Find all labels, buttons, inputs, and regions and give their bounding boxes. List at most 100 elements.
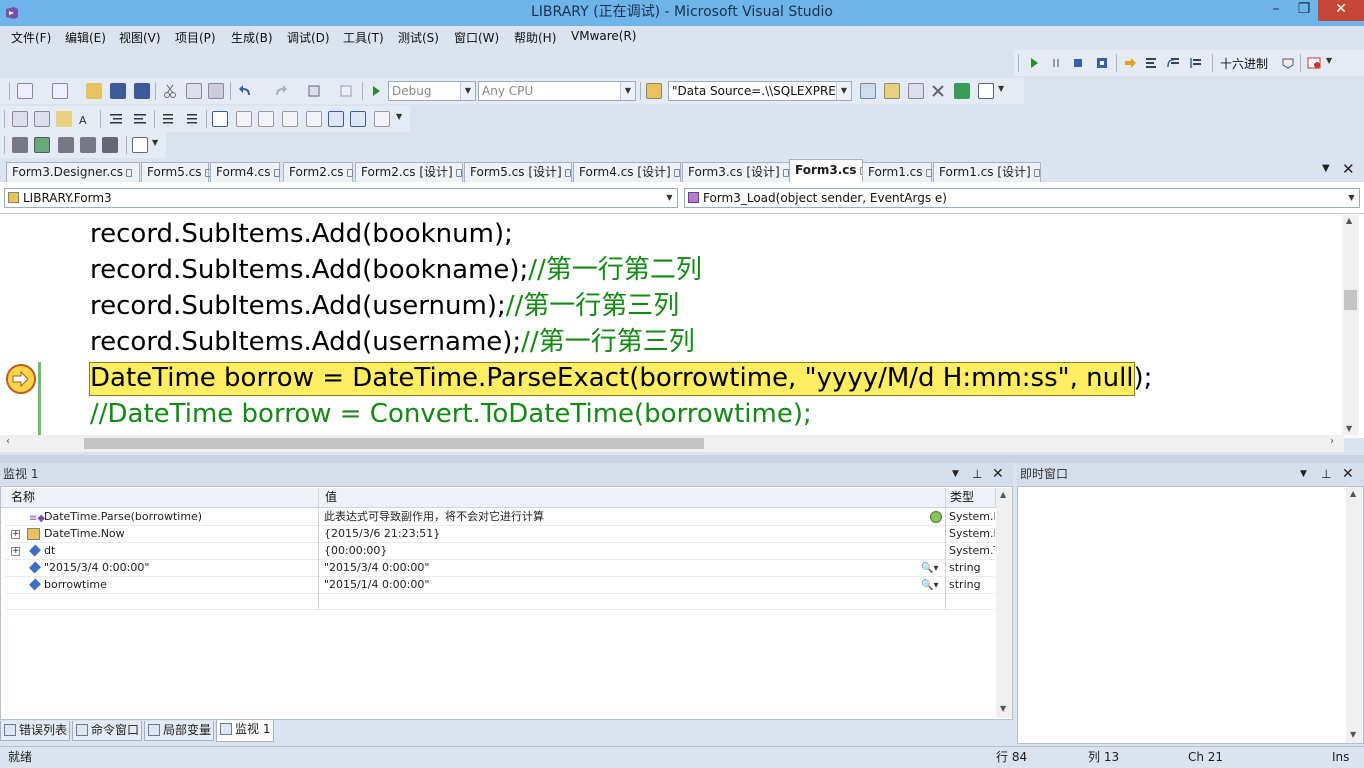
- menu-tools[interactable]: 工具(T): [343, 29, 384, 46]
- watch-row[interactable]: "2015/3/4 0:00:00" "2015/3/4 0:00:00" 🔍▾…: [5, 560, 995, 577]
- ungroup-icon[interactable]: [80, 137, 96, 153]
- save-all-icon[interactable]: [134, 83, 150, 99]
- send-to-back-icon[interactable]: [34, 137, 50, 153]
- properties-window-icon[interactable]: [884, 83, 900, 99]
- pin-icon[interactable]: [925, 168, 932, 177]
- scroll-down-icon[interactable]: ▼: [1350, 730, 1356, 739]
- member-selector[interactable]: Form3_Load(object sender, EventArgs e) ▼: [684, 188, 1360, 208]
- magnifier-icon[interactable]: 🔍▾: [921, 561, 938, 577]
- tab-form1-cs[interactable]: Form1.cs: [862, 162, 932, 182]
- scrollbar-thumb[interactable]: [84, 438, 704, 449]
- show-next-statement-icon[interactable]: [1122, 55, 1138, 71]
- chevron-down-icon[interactable]: ▼: [152, 138, 158, 147]
- continue-icon[interactable]: [1026, 55, 1042, 71]
- breakpoint-options-icon[interactable]: [1280, 55, 1296, 71]
- chevron-down-icon[interactable]: ▼: [1300, 463, 1307, 485]
- minimize-button[interactable]: –: [1262, 0, 1290, 21]
- paste-icon[interactable]: [208, 83, 224, 99]
- tab-form3-cs-design[interactable]: Form3.cs [设计]: [682, 162, 790, 182]
- tab-command-window[interactable]: 命令窗口: [72, 721, 142, 741]
- object-browser-icon[interactable]: [908, 83, 924, 99]
- menu-debug[interactable]: 调试(D): [287, 29, 330, 46]
- panel-splitter[interactable]: [0, 455, 1364, 463]
- break-all-icon[interactable]: [1048, 55, 1064, 71]
- watch-row[interactable]: + DateTime.Now {2015/3/6 21:23:51} Syste…: [5, 526, 995, 543]
- close-icon[interactable]: ✕: [992, 463, 1004, 485]
- pin-icon[interactable]: [673, 168, 680, 177]
- start-debugging-icon[interactable]: [368, 83, 384, 99]
- pin-icon[interactable]: [346, 168, 353, 177]
- pin-icon[interactable]: ⊥: [972, 463, 982, 485]
- clear-bookmarks-icon[interactable]: [374, 111, 390, 127]
- menu-edit[interactable]: 编辑(E): [65, 29, 106, 46]
- column-header-value[interactable]: 值: [319, 488, 946, 508]
- tab-form3-cs[interactable]: Form3.cs: [789, 159, 866, 182]
- tab-order-icon[interactable]: [132, 137, 148, 153]
- menu-test[interactable]: 测试(S): [398, 29, 439, 46]
- watch-empty-row[interactable]: [5, 594, 995, 610]
- scroll-right-icon[interactable]: ›: [1330, 436, 1334, 447]
- menu-help[interactable]: 帮助(H): [514, 29, 556, 46]
- align-centers-icon[interactable]: [56, 111, 72, 127]
- watch-row[interactable]: + dt {00:00:00} System.T: [5, 543, 995, 560]
- expand-icon[interactable]: +: [11, 530, 20, 539]
- pin-icon[interactable]: [564, 168, 571, 177]
- find-in-files-icon[interactable]: [646, 83, 662, 99]
- undo-icon[interactable]: [238, 83, 254, 99]
- tab-form2-cs-design[interactable]: Form2.cs [设计]: [355, 162, 463, 182]
- scroll-down-icon[interactable]: ▼: [1346, 424, 1352, 433]
- pin-icon[interactable]: [1033, 168, 1040, 177]
- chevron-down-icon[interactable]: ▼: [396, 112, 402, 121]
- toolbox-icon[interactable]: [930, 83, 946, 99]
- outdent-icon[interactable]: [132, 111, 148, 127]
- editor-vertical-scrollbar[interactable]: [1342, 215, 1359, 435]
- immediate-vertical-scrollbar[interactable]: [1346, 487, 1363, 743]
- previous-bookmark-icon[interactable]: [236, 111, 252, 127]
- menu-view[interactable]: 视图(V): [119, 29, 161, 46]
- pin-icon[interactable]: [126, 168, 132, 177]
- text-size-icon[interactable]: A: [78, 111, 94, 127]
- solution-platform-select[interactable]: Any CPU ▼: [478, 81, 636, 101]
- close-icon[interactable]: ✕: [1342, 463, 1354, 485]
- extension-manager-icon[interactable]: [978, 83, 994, 99]
- tab-form4-cs-design[interactable]: Form4.cs [设计]: [573, 162, 681, 182]
- tab-error-list[interactable]: 错误列表: [0, 721, 70, 741]
- pin-icon[interactable]: ⊥: [1321, 463, 1331, 485]
- redo-icon[interactable]: [272, 83, 288, 99]
- indent-icon[interactable]: [108, 111, 124, 127]
- scroll-up-icon[interactable]: ▲: [1346, 216, 1352, 225]
- refresh-icon[interactable]: [930, 511, 942, 523]
- tab-form5-cs[interactable]: Form5.cs: [141, 162, 211, 182]
- navigate-forward-icon[interactable]: [338, 83, 354, 99]
- add-item-icon[interactable]: [52, 83, 68, 99]
- class-selector[interactable]: LIBRARY.Form3 ▼: [4, 188, 678, 208]
- solution-explorer-icon[interactable]: [860, 83, 876, 99]
- tab-form3-designer-cs[interactable]: Form3.Designer.cs: [6, 162, 140, 182]
- start-page-icon[interactable]: [954, 83, 970, 99]
- next-bookmark-folder-icon[interactable]: [306, 111, 322, 127]
- menu-vmware[interactable]: VMware(R): [571, 29, 636, 43]
- maximize-button[interactable]: ❐: [1290, 0, 1318, 21]
- immediate-window[interactable]: [1017, 486, 1364, 744]
- expand-icon[interactable]: +: [11, 547, 20, 556]
- align-to-grid-icon[interactable]: [12, 111, 28, 127]
- copy-icon[interactable]: [186, 83, 202, 99]
- magnifier-icon[interactable]: 🔍▾: [921, 578, 938, 594]
- step-out-icon[interactable]: [1188, 55, 1204, 71]
- watch-row[interactable]: ≡◆ DateTime.Parse(borrowtime) 此表达式可导致副作用…: [5, 509, 995, 526]
- navigate-backward-icon[interactable]: [306, 83, 322, 99]
- solution-configuration-select[interactable]: Debug ▼: [388, 81, 476, 101]
- tab-locals[interactable]: 局部变量: [144, 721, 214, 741]
- next-bookmark-icon[interactable]: [258, 111, 274, 127]
- open-folder-icon[interactable]: [86, 83, 102, 99]
- menu-build[interactable]: 生成(B): [231, 29, 273, 46]
- column-header-name[interactable]: 名称: [1, 488, 319, 508]
- uncomment-lines-icon[interactable]: [184, 111, 200, 127]
- align-lefts-icon[interactable]: [34, 111, 50, 127]
- new-project-icon[interactable]: [17, 83, 33, 99]
- step-over-icon[interactable]: [1166, 55, 1182, 71]
- next-bookmark-doc-icon[interactable]: [350, 111, 366, 127]
- hex-display-toggle[interactable]: 十六进制: [1220, 55, 1268, 72]
- chevron-down-icon[interactable]: ▼: [998, 84, 1004, 93]
- cut-icon[interactable]: [162, 83, 178, 99]
